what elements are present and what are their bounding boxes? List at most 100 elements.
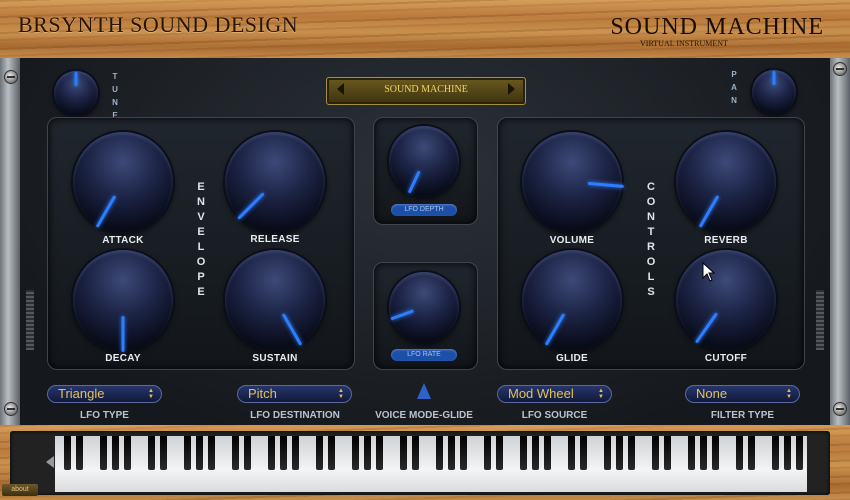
black-key[interactable]	[627, 436, 635, 470]
black-key[interactable]	[495, 436, 503, 470]
attack-knob[interactable]	[73, 132, 173, 232]
tune-knob[interactable]	[54, 71, 98, 115]
black-key[interactable]	[99, 436, 107, 470]
attack-knob-pointer	[95, 195, 117, 228]
spinner-icon: ▲ ▼	[148, 388, 154, 400]
decay-knob[interactable]	[73, 250, 173, 352]
black-key[interactable]	[663, 436, 671, 470]
screw-icon	[4, 402, 18, 416]
black-key[interactable]	[687, 436, 695, 470]
black-key[interactable]	[75, 436, 83, 470]
right-side-rail	[830, 58, 850, 425]
lfo-rate-knob[interactable]	[389, 272, 459, 342]
black-key[interactable]	[123, 436, 131, 470]
black-key[interactable]	[651, 436, 659, 470]
black-key[interactable]	[279, 436, 287, 470]
black-key[interactable]	[195, 436, 203, 470]
filter-type-select[interactable]: None ▲ ▼	[685, 385, 800, 403]
cutoff-knob-pointer	[694, 312, 719, 344]
lfo-rate-label: LFO RATE	[391, 349, 457, 361]
black-key[interactable]	[447, 436, 455, 470]
tune-label: T U N E	[112, 72, 118, 120]
black-key[interactable]	[291, 436, 299, 470]
black-key[interactable]	[771, 436, 779, 470]
reverb-knob[interactable]	[676, 132, 776, 232]
black-key[interactable]	[411, 436, 419, 470]
lfo-destination-select[interactable]: Pitch ▲ ▼	[237, 385, 352, 403]
black-key[interactable]	[243, 436, 251, 470]
preset-name: SOUND MACHINE	[384, 84, 468, 95]
keyboard-scroll-left-icon[interactable]	[46, 456, 54, 468]
cutoff-knob[interactable]	[676, 250, 776, 350]
black-key[interactable]	[183, 436, 191, 470]
black-key[interactable]	[567, 436, 575, 470]
pan-label: P A N	[731, 70, 737, 105]
lfo-destination-value: Pitch	[248, 386, 277, 401]
spinner-icon: ▲ ▼	[786, 388, 792, 400]
black-key[interactable]	[735, 436, 743, 470]
preset-next-icon[interactable]	[508, 83, 515, 95]
black-key[interactable]	[459, 436, 467, 470]
glide-knob-pointer	[544, 313, 566, 346]
black-key[interactable]	[519, 436, 527, 470]
black-key[interactable]	[351, 436, 359, 470]
piano-keyboard	[10, 431, 830, 495]
black-key[interactable]	[147, 436, 155, 470]
reverb-knob-pointer	[698, 195, 720, 228]
black-key[interactable]	[783, 436, 791, 470]
black-key[interactable]	[531, 436, 539, 470]
black-key[interactable]	[615, 436, 623, 470]
about-button[interactable]: about	[2, 484, 38, 496]
black-key[interactable]	[711, 436, 719, 470]
black-key[interactable]	[231, 436, 239, 470]
black-key[interactable]	[375, 436, 383, 470]
sustain-knob-pointer	[281, 313, 303, 346]
speaker-grill	[26, 290, 34, 350]
black-key[interactable]	[315, 436, 323, 470]
header-wood-panel: BRSYNTH SOUND DESIGN SOUND MACHINE VIRTU…	[0, 0, 850, 58]
black-key[interactable]	[399, 436, 407, 470]
filter-type-value: None	[696, 386, 728, 401]
black-key[interactable]	[111, 436, 119, 470]
black-key[interactable]	[483, 436, 491, 470]
black-key[interactable]	[63, 436, 71, 470]
lfo-source-select[interactable]: Mod Wheel ▲ ▼	[497, 385, 612, 403]
lfo-source-label: LFO SOURCE	[521, 410, 588, 421]
release-knob[interactable]	[225, 132, 325, 232]
glide-label: GLIDE	[555, 353, 589, 364]
black-key[interactable]	[435, 436, 443, 470]
release-label: RELEASE	[250, 234, 300, 245]
envelope-title: E N V E L O P E	[196, 181, 206, 298]
lfo-depth-knob[interactable]	[389, 126, 459, 196]
black-key[interactable]	[207, 436, 215, 470]
black-key[interactable]	[267, 436, 275, 470]
black-key[interactable]	[699, 436, 707, 470]
lfo-type-select[interactable]: Triangle ▲ ▼	[47, 385, 162, 403]
black-key[interactable]	[327, 436, 335, 470]
lfo-source-value: Mod Wheel	[508, 386, 574, 401]
black-key[interactable]	[747, 436, 755, 470]
black-key[interactable]	[603, 436, 611, 470]
lfo-depth-label: LFO DEPTH	[391, 204, 457, 216]
preset-selector[interactable]: SOUND MACHINE	[326, 77, 526, 105]
black-key[interactable]	[795, 436, 803, 470]
volume-knob[interactable]	[522, 132, 624, 232]
screw-icon	[833, 62, 847, 76]
glide-knob[interactable]	[522, 250, 622, 350]
sustain-knob[interactable]	[225, 250, 325, 350]
attack-label: ATTACK	[102, 235, 144, 246]
tune-knob-pointer	[74, 71, 78, 86]
brand-title: BRSYNTH SOUND DESIGN	[18, 12, 299, 37]
voice-mode-label: VOICE MODE-GLIDE	[375, 410, 473, 421]
black-key[interactable]	[543, 436, 551, 470]
speaker-grill	[816, 290, 824, 350]
pan-knob[interactable]	[752, 70, 796, 114]
pan-knob-pointer	[772, 70, 776, 85]
keyboard-keys	[55, 436, 807, 492]
black-key[interactable]	[579, 436, 587, 470]
mouse-cursor-icon	[702, 262, 716, 282]
product-subtitle: VIRTUAL INSTRUMENT	[640, 39, 728, 48]
black-key[interactable]	[159, 436, 167, 470]
black-key[interactable]	[363, 436, 371, 470]
voice-mode-toggle-icon[interactable]	[417, 383, 431, 399]
